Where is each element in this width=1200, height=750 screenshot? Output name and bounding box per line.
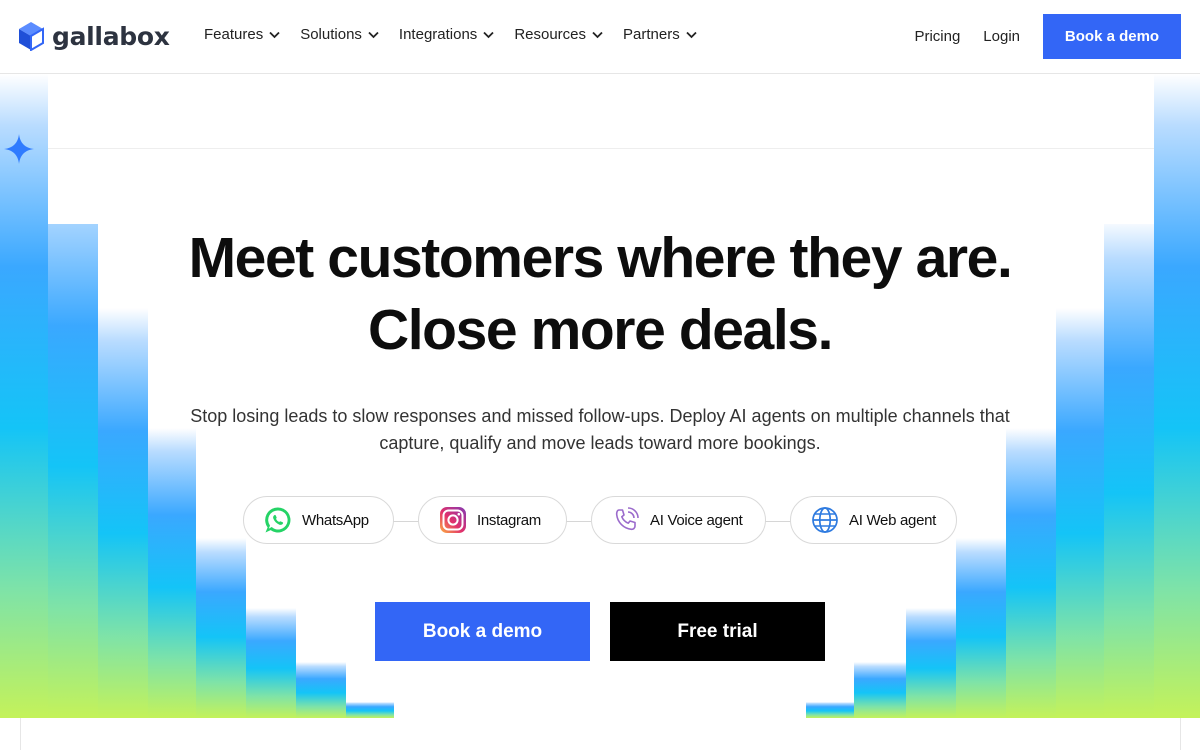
gradient-bar <box>0 74 48 718</box>
whatsapp-icon <box>265 507 291 533</box>
hero-headline: Meet customers where they are. Close mor… <box>188 226 1013 362</box>
gradient-bar <box>196 538 246 718</box>
menu-features[interactable]: Features <box>204 26 280 43</box>
gradient-bar <box>296 662 346 718</box>
globe-icon <box>812 507 838 533</box>
channel-chip-ai-voice-agent[interactable]: AI Voice agent <box>591 496 766 544</box>
channel-label: AI Web agent <box>849 511 937 529</box>
gallabox-cube-icon <box>19 22 44 51</box>
menu-label: Partners <box>623 26 680 43</box>
channel-label: AI Voice agent <box>650 511 743 529</box>
gradient-bar <box>246 608 296 718</box>
chevron-down-icon <box>483 31 494 38</box>
connector-line <box>765 521 791 522</box>
book-demo-button[interactable]: Book a demo <box>375 602 590 661</box>
menu-solutions[interactable]: Solutions <box>300 26 379 43</box>
main-menu: Features Solutions Integrations Resource… <box>204 26 717 43</box>
gradient-bar <box>854 662 906 718</box>
channel-label: WhatsApp <box>302 511 369 529</box>
menu-label: Features <box>204 26 264 43</box>
divider-line <box>20 718 21 750</box>
gradient-bar <box>98 308 148 718</box>
chevron-down-icon <box>368 31 379 38</box>
gradient-bar <box>346 702 394 718</box>
gradient-bar <box>1154 74 1200 718</box>
instagram-icon <box>440 507 466 533</box>
divider-line <box>48 148 1154 149</box>
sparkle-icon <box>4 134 34 164</box>
login-link[interactable]: Login <box>983 28 1020 45</box>
brand-logo[interactable]: gallabox <box>18 20 170 52</box>
menu-integrations[interactable]: Integrations <box>399 26 494 43</box>
gradient-bar <box>806 702 854 718</box>
chevron-down-icon <box>686 31 697 38</box>
gradient-bar <box>1104 218 1154 718</box>
gradient-bar <box>1006 428 1056 718</box>
brand-name: gallabox <box>52 21 170 51</box>
gradient-bar <box>148 428 196 718</box>
channel-label: Instagram <box>477 511 541 529</box>
channel-chip-ai-web-agent[interactable]: AI Web agent <box>790 496 957 544</box>
hero-card-top <box>48 74 1154 224</box>
nav-actions: Pricing Login Book a demo <box>914 14 1181 59</box>
chevron-down-icon <box>269 31 280 38</box>
gradient-bar <box>1056 308 1104 718</box>
connector-line <box>393 521 419 522</box>
channel-chip-instagram[interactable]: Instagram <box>418 496 567 544</box>
phone-call-icon <box>615 507 639 531</box>
chevron-down-icon <box>592 31 603 38</box>
top-navigation: gallabox Features Solutions Integrations… <box>0 0 1200 74</box>
menu-label: Resources <box>514 26 587 43</box>
menu-partners[interactable]: Partners <box>623 26 697 43</box>
gradient-bar <box>48 158 98 718</box>
hero-subheadline: Stop losing leads to slow responses and … <box>190 406 1010 453</box>
hero-gradient-background <box>0 74 1200 718</box>
free-trial-button[interactable]: Free trial <box>610 602 825 661</box>
channel-chip-whatsapp[interactable]: WhatsApp <box>243 496 394 544</box>
nav-book-demo-button[interactable]: Book a demo <box>1043 14 1181 59</box>
channel-list: WhatsApp Instagram AI Voice agent AI Web… <box>243 496 957 546</box>
menu-label: Integrations <box>398 26 478 43</box>
below-hero-strip <box>0 718 1200 750</box>
pricing-link[interactable]: Pricing <box>914 28 960 45</box>
menu-label: Solutions <box>300 26 362 43</box>
gradient-bar <box>906 608 956 718</box>
divider-line <box>1180 718 1181 750</box>
menu-resources[interactable]: Resources <box>514 26 603 43</box>
connector-line <box>565 521 591 522</box>
gradient-bar <box>956 538 1006 718</box>
